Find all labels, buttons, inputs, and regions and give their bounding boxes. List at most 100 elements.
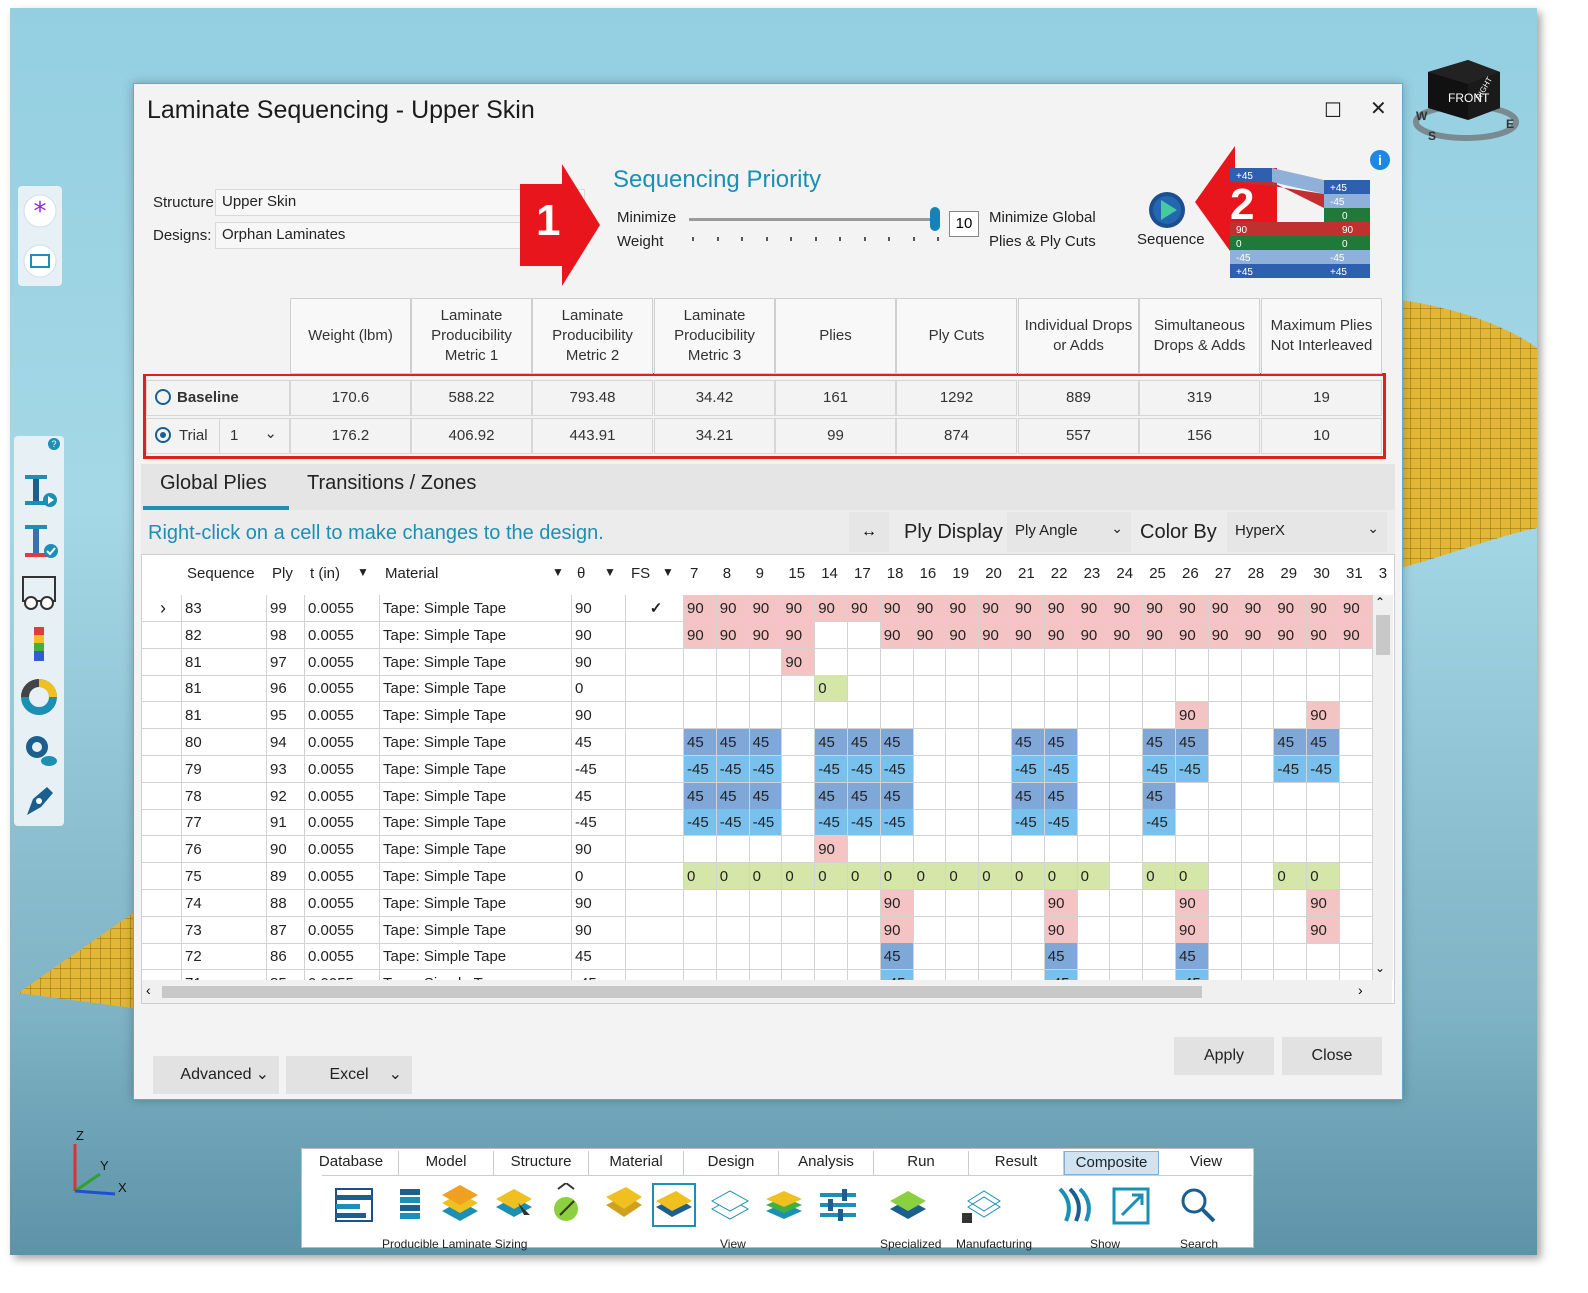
ply-angle-cell[interactable]: [1274, 782, 1308, 810]
ply-angle-cell[interactable]: [782, 782, 816, 810]
apply-button[interactable]: Apply: [1174, 1037, 1274, 1075]
ply-angle-cell[interactable]: [1110, 729, 1144, 756]
ply-angle-cell[interactable]: [1110, 916, 1144, 944]
material-cell[interactable]: Tape: Simple Tape: [380, 836, 572, 864]
ply-angle-cell[interactable]: [1110, 836, 1144, 864]
ply-angle-cell[interactable]: 0: [1012, 863, 1045, 890]
ply-angle-cell[interactable]: [1143, 916, 1176, 944]
ply-angle-cell[interactable]: [1208, 809, 1242, 837]
table-row[interactable]: 78 92 0.0055 Tape: Simple Tape 45 45 45 45 45 45 4…: [142, 782, 1382, 810]
ply-angle-cell[interactable]: [1208, 675, 1242, 703]
sequence-cell[interactable]: 82: [182, 621, 267, 649]
ply-angle-cell[interactable]: [913, 836, 947, 864]
table-row[interactable]: 75 89 0.0055 Tape: Simple Tape 0 0 0 0 0 0 0 0 0 0 0 0 0…: [142, 863, 1382, 890]
ply-angle-cell[interactable]: [1274, 648, 1308, 676]
ply-angle-cell[interactable]: [782, 809, 816, 837]
ply-angle-cell[interactable]: [1110, 782, 1144, 810]
ply-cell[interactable]: 87: [267, 916, 305, 944]
material-cell[interactable]: Tape: Simple Tape: [380, 675, 572, 703]
ply-angle-cell[interactable]: 45: [1012, 729, 1045, 756]
scroll-up-icon[interactable]: ⌃: [1375, 595, 1385, 609]
table-row[interactable]: 77 91 0.0055 Tape: Simple Tape -45 -45 -45 -45-…: [142, 809, 1382, 837]
ply-angle-cell[interactable]: 90: [1077, 621, 1111, 649]
row-selector[interactable]: [142, 863, 182, 890]
ply-angle-cell[interactable]: [815, 621, 848, 649]
donut-chart-icon[interactable]: [19, 674, 59, 720]
row-selector[interactable]: [142, 943, 182, 971]
ply-angle-cell[interactable]: [979, 836, 1012, 864]
ply-angle-cell[interactable]: [880, 702, 914, 730]
fit-columns-icon[interactable]: ↔: [849, 512, 889, 552]
thickness-cell[interactable]: 0.0055: [305, 863, 380, 890]
ply-angle-cell[interactable]: [1176, 809, 1209, 837]
ply-cell[interactable]: 88: [267, 889, 305, 917]
angle-cell[interactable]: 90: [572, 889, 626, 917]
ply-angle-cell[interactable]: 0: [913, 863, 947, 890]
show-curves-icon[interactable]: [1054, 1183, 1098, 1227]
outline-layers-icon[interactable]: [708, 1183, 752, 1227]
thickness-cell[interactable]: 0.0055: [305, 702, 380, 730]
ply-angle-cell[interactable]: 90: [880, 916, 914, 944]
excel-button[interactable]: Excel ⌄: [286, 1056, 412, 1094]
sequence-cell[interactable]: 73: [182, 916, 267, 944]
ply-angle-cell[interactable]: [1110, 943, 1144, 971]
ply-angle-cell[interactable]: 90: [1307, 702, 1340, 730]
ply-angle-cell[interactable]: [1340, 836, 1373, 864]
row-selector[interactable]: [142, 755, 182, 783]
ply-angle-cell[interactable]: -45: [1176, 755, 1209, 783]
ply-angle-cell[interactable]: -45: [749, 755, 783, 783]
ply-angle-cell[interactable]: [1241, 943, 1275, 971]
material-cell[interactable]: Tape: Simple Tape: [380, 621, 572, 649]
scroll-right-icon[interactable]: ›: [1358, 982, 1363, 998]
table-row[interactable]: 81 95 0.0055 Tape: Simple Tape 90 90 90: [142, 702, 1382, 730]
row-selector[interactable]: [142, 889, 182, 917]
horizontal-scrollbar[interactable]: ‹ ›: [142, 980, 1392, 1003]
ply-angle-cell[interactable]: [1307, 836, 1340, 864]
ply-angle-cell[interactable]: [1176, 836, 1209, 864]
ply-angle-cell[interactable]: [782, 702, 816, 730]
ply-angle-cell[interactable]: [913, 943, 947, 971]
ply-angle-cell[interactable]: [880, 836, 914, 864]
ply-cell[interactable]: 97: [267, 648, 305, 676]
material-cell[interactable]: Tape: Simple Tape: [380, 782, 572, 810]
grid-column-header[interactable]: Sequence: [187, 565, 255, 582]
material-cell[interactable]: Tape: Simple Tape: [380, 755, 572, 783]
ply-angle-cell[interactable]: [979, 675, 1012, 703]
ply-cell[interactable]: 98: [267, 621, 305, 649]
ply-angle-cell[interactable]: [1208, 755, 1242, 783]
horizontal-scroll-thumb[interactable]: [162, 986, 1202, 998]
close-button[interactable]: Close: [1282, 1037, 1382, 1075]
row-selector[interactable]: [142, 729, 182, 756]
ply-angle-cell[interactable]: [1044, 836, 1078, 864]
ply-angle-cell[interactable]: -45: [880, 809, 914, 837]
ply-angle-cell[interactable]: 45: [848, 782, 881, 810]
ply-angle-cell[interactable]: [979, 889, 1012, 917]
ply-angle-cell[interactable]: 45: [1143, 782, 1176, 810]
ply-angle-cell[interactable]: [1208, 648, 1242, 676]
ply-angle-cell[interactable]: [979, 729, 1012, 756]
ply-angle-cell[interactable]: 0: [749, 863, 783, 890]
ribbon-tab-run[interactable]: Run: [874, 1151, 969, 1175]
ply-layers-icon[interactable]: [438, 1183, 482, 1227]
i-beam-play-icon[interactable]: [19, 466, 59, 512]
ply-angle-cell[interactable]: 45: [684, 729, 717, 756]
ply-angle-cell[interactable]: [979, 648, 1012, 676]
ply-angle-cell[interactable]: [848, 648, 881, 676]
ply-angle-cell[interactable]: [1307, 675, 1340, 703]
fs-cell[interactable]: [626, 702, 684, 730]
ply-angle-cell[interactable]: 90: [1176, 916, 1209, 944]
ply-angle-cell[interactable]: [684, 889, 717, 917]
ply-angle-cell[interactable]: 90: [684, 595, 717, 622]
ply-angle-cell[interactable]: [1208, 943, 1242, 971]
angle-cell[interactable]: 90: [572, 916, 626, 944]
ply-angle-cell[interactable]: 90: [979, 595, 1012, 622]
ply-angle-cell[interactable]: -45: [749, 809, 783, 837]
ply-angle-cell[interactable]: [1340, 889, 1373, 917]
material-cell[interactable]: Tape: Simple Tape: [380, 916, 572, 944]
fs-cell[interactable]: [626, 755, 684, 783]
material-cell[interactable]: Tape: Simple Tape: [380, 943, 572, 971]
radio-unchecked-icon[interactable]: [155, 389, 171, 405]
ply-cell[interactable]: 92: [267, 782, 305, 810]
row-selector[interactable]: [142, 782, 182, 810]
ribbon-tab-design[interactable]: Design: [684, 1151, 779, 1175]
